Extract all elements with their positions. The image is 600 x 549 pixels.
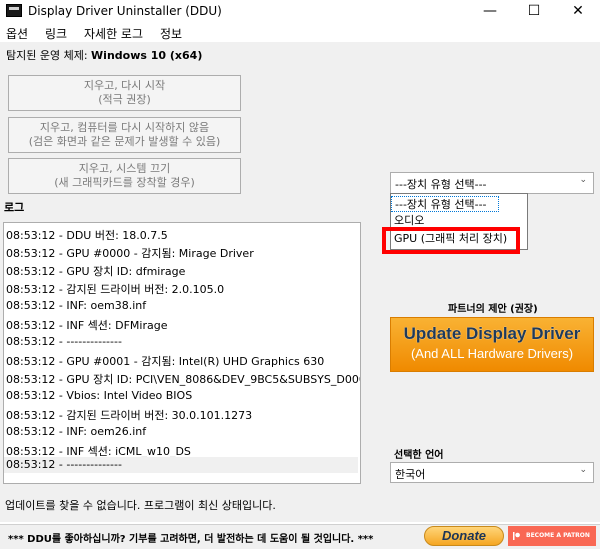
chevron-down-icon: ⌄ [579, 175, 587, 185]
log-line: 08:53:12 - 감지된 드라이버 버전: 30.0.101.1273 [6, 409, 253, 422]
donation-message: *** DDU를 좋아하십니까? 기부를 고려하면, 더 발전하는 데 도움이 … [8, 534, 374, 545]
log-line: 08:53:12 - INF: oem38.inf [6, 299, 147, 312]
close-button[interactable]: ✕ [556, 0, 600, 22]
menu-options[interactable]: 옵션 [6, 25, 28, 42]
window-title: Display Driver Uninstaller (DDU) [28, 4, 222, 18]
log-line: 08:53:12 - DDU 버전: 18.0.7.5 [6, 229, 168, 242]
become-patron-button[interactable]: BECOME A PATRON [508, 526, 596, 546]
language-label: 선택한 언어 [394, 450, 444, 461]
log-line: 08:53:12 - Vbios: Intel Video BIOS [6, 389, 193, 402]
status-text: 업데이트를 찾을 수 없습니다. 프로그램이 최신 상태입니다. [5, 499, 276, 512]
menu-about[interactable]: 정보 [160, 25, 182, 42]
clean-no-restart-button[interactable]: 지우고, 컴퓨터를 다시 시작하지 않음 (검은 화면과 같은 문제가 발생할 … [8, 117, 241, 153]
log-list[interactable]: 08:53:12 - DDU 버전: 18.0.7.5 08:53:12 - G… [3, 222, 361, 484]
minimize-button[interactable]: — [468, 0, 512, 22]
log-label: 로그 [4, 201, 25, 214]
app-icon [6, 4, 22, 17]
log-line: 08:53:12 - INF 섹션: DFMirage [6, 319, 168, 332]
log-line: 08:53:12 - INF: oem26.inf [6, 425, 147, 438]
update-driver-banner[interactable]: Update Display Driver (And ALL Hardware … [390, 317, 594, 372]
patreon-icon [513, 532, 520, 540]
log-line: 08:53:12 - GPU #0000 - 감지됨: Mirage Drive… [6, 247, 254, 260]
os-detected-label: 탐지된 운영 체제: Windows 10 (x64) [6, 49, 203, 62]
log-line: 08:53:12 - GPU 장치 ID: PCI\VEN_8086&DEV_9… [6, 373, 361, 386]
clean-and-restart-button[interactable]: 지우고, 다시 시작 (적극 권장) [8, 75, 241, 111]
donate-button[interactable]: Donate [424, 526, 504, 546]
maximize-button[interactable]: ☐ [512, 0, 556, 22]
chevron-down-icon: ⌄ [579, 465, 587, 475]
language-select[interactable]: 한국어 ⌄ [390, 462, 594, 483]
log-line-selected: 08:53:12 - -------------- [4, 457, 358, 473]
menu-verbose-log[interactable]: 자세한 로그 [84, 25, 143, 42]
menu-links[interactable]: 링크 [45, 25, 67, 42]
device-type-select[interactable]: ---장치 유형 선택--- ⌄ [390, 172, 594, 194]
partner-offer-label: 파트너의 제안 (권장) [448, 304, 538, 315]
log-line: 08:53:12 - GPU #0001 - 감지됨: Intel(R) UHD… [6, 355, 325, 368]
clean-and-shutdown-button[interactable]: 지우고, 시스템 끄기 (새 그래픽카드를 장착할 경우) [8, 158, 241, 194]
log-line: 08:53:12 - GPU 장치 ID: dfmirage [6, 265, 186, 278]
gpu-option-highlight-box [382, 227, 520, 254]
os-detected-value: Windows 10 (x64) [91, 49, 203, 62]
log-line: 08:53:12 - -------------- [6, 335, 122, 348]
device-option-placeholder[interactable]: ---장치 유형 선택--- [391, 196, 499, 212]
log-line: 08:53:12 - 감지된 드라이버 버전: 2.0.105.0 [6, 283, 225, 296]
